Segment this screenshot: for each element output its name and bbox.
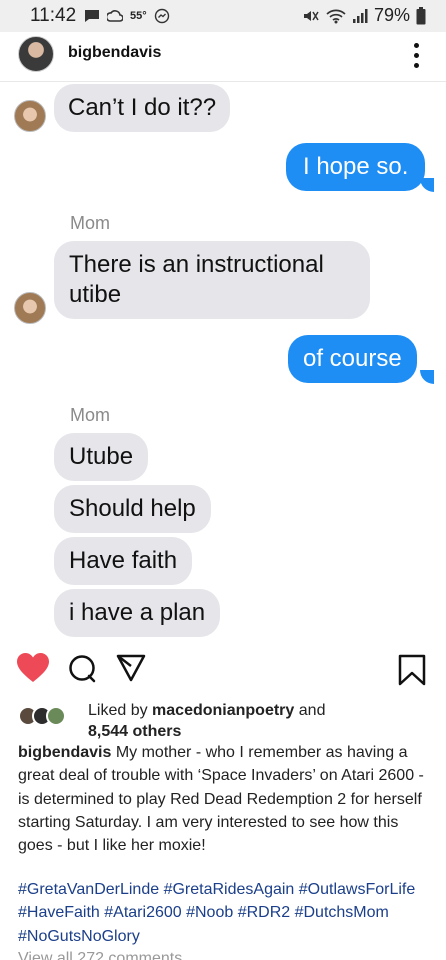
sender-name: Mom xyxy=(70,213,110,233)
liked-by-user: macedonianpoetry xyxy=(152,702,295,719)
sender-name: Mom xyxy=(70,405,110,425)
likes-count: 8,544 others xyxy=(88,723,182,740)
mute-icon xyxy=(303,10,319,21)
hashtags[interactable]: #GretaVanDerLinde #GretaRidesAgain #Outl… xyxy=(18,878,432,948)
message-bubble: Can’t I do it?? xyxy=(54,84,231,132)
message-bubble: Have faith xyxy=(54,537,193,585)
post-caption: bigbendavis My mother - who I remember a… xyxy=(18,741,432,857)
liker-avatar xyxy=(46,706,66,726)
mom-avatar xyxy=(14,100,46,132)
message-bubble: I hope so. xyxy=(286,143,426,191)
weather-icon xyxy=(107,10,123,22)
post-header: bigbendavis xyxy=(0,32,446,82)
share-icon[interactable] xyxy=(116,654,146,682)
signal-icon xyxy=(352,8,368,23)
message-bubble: of course xyxy=(288,335,417,383)
mom-avatar xyxy=(14,292,46,324)
more-options-icon[interactable] xyxy=(406,40,426,70)
action-bar xyxy=(0,648,446,694)
likes-row[interactable]: Liked by macedonianpoetry and 8,544 othe… xyxy=(18,700,438,740)
caption-username[interactable]: bigbendavis xyxy=(18,744,111,761)
message-bubble: Utube xyxy=(54,433,149,481)
heart-icon[interactable] xyxy=(16,652,50,684)
avatar[interactable] xyxy=(18,36,54,72)
messenger-icon xyxy=(154,8,169,24)
bookmark-icon[interactable] xyxy=(398,654,426,686)
temperature: 55° xyxy=(130,10,147,22)
message-bubble: There is an instructional utibe xyxy=(54,241,370,319)
battery-icon xyxy=(416,6,426,24)
view-comments-link[interactable]: View all 272 comments xyxy=(18,950,182,960)
status-bar: 11:42 55° 79% xyxy=(0,0,446,32)
message-bubble: Should help xyxy=(54,485,211,533)
message-icon xyxy=(85,10,99,22)
comment-icon[interactable] xyxy=(68,654,98,684)
username[interactable]: bigbendavis xyxy=(68,44,161,62)
status-time: 11:42 xyxy=(30,5,77,26)
wifi-icon xyxy=(326,9,346,23)
message-bubble: i have a plan xyxy=(54,589,221,637)
battery-level: 79% xyxy=(373,5,410,25)
liked-by-text[interactable]: Liked by macedonianpoetry and 8,544 othe… xyxy=(88,700,325,742)
